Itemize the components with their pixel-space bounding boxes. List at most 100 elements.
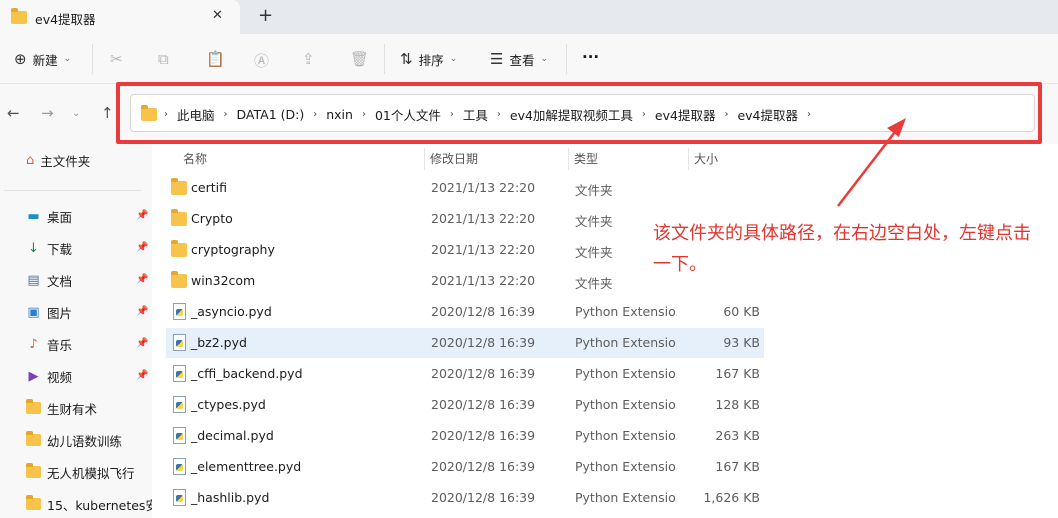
column-header-name[interactable]: 名称 [183, 150, 207, 167]
python-file-icon [173, 458, 186, 475]
toolbar-divider [92, 44, 93, 74]
plus-circle-icon: ⊕ [14, 50, 27, 68]
sidebar-item[interactable]: 15、kubernetes安 [26, 494, 158, 514]
folder-icon [171, 271, 187, 288]
view-button[interactable]: ☰ 查看 ⌄ [490, 49, 548, 69]
file-size: 1,626 KB [703, 490, 760, 505]
file-size: 167 KB [715, 366, 760, 381]
document-icon: ▤ [27, 272, 40, 288]
close-icon[interactable]: ✕ [212, 8, 223, 23]
folder-icon [26, 495, 41, 510]
sidebar-item-label: 音乐 [47, 337, 73, 353]
sidebar-item-home[interactable]: ⌂ 主文件夹 [26, 150, 90, 170]
pin-icon[interactable]: 📌 [136, 370, 148, 381]
tab-title: ev4提取器 [35, 12, 96, 27]
column-header-date[interactable]: 修改日期 [430, 150, 478, 167]
sidebar-item-label: 无人机模拟飞行 [47, 465, 135, 481]
sidebar-divider [4, 190, 141, 191]
column-divider[interactable] [424, 148, 425, 170]
sort-button-label: 排序 [418, 52, 444, 68]
column-divider[interactable] [568, 148, 569, 170]
toolbar-divider [384, 44, 385, 74]
sidebar-item[interactable]: 无人机模拟飞行 [26, 462, 135, 482]
column-header-type[interactable]: 类型 [574, 150, 598, 167]
file-name: win32com [191, 273, 256, 288]
download-icon: ↓ [28, 240, 39, 256]
more-options-icon[interactable]: ··· [582, 48, 599, 66]
paste-icon[interactable]: 📋 [206, 50, 225, 68]
sidebar-item[interactable]: ▶ 视频 [26, 366, 73, 386]
recent-chevron-icon[interactable]: ⌄ [72, 108, 80, 119]
home-icon: ⌂ [26, 152, 35, 168]
share-icon[interactable]: ⇪ [302, 50, 315, 68]
sidebar-item[interactable]: ▬ 桌面 [26, 206, 72, 226]
file-type: Python Extensio... [575, 490, 677, 505]
file-date: 2020/12/8 16:39 [431, 335, 536, 350]
toolbar-divider [566, 44, 567, 74]
navigation-pane: ⌂ 主文件夹 ▬ 桌面 📌 ↓ 下载 📌 ▤ 文档 📌 ▣ 图片 📌 ♪ 音乐 📌 ▶ 视频 📌 生财有术幼儿语数训… [0, 144, 158, 518]
sidebar-item-label: 文档 [47, 273, 73, 289]
new-tab-button[interactable]: + [258, 5, 273, 26]
folder-icon [171, 240, 187, 257]
view-icon: ☰ [490, 50, 504, 68]
forward-icon[interactable]: → [41, 104, 54, 122]
file-size: 263 KB [715, 428, 760, 443]
file-date: 2021/1/13 22:20 [431, 180, 536, 195]
column-divider[interactable] [688, 148, 689, 170]
table-row[interactable]: _cffi_backend.pyd 2020/12/8 16:39 Python E… [166, 359, 764, 389]
table-row[interactable]: _asyncio.pyd 2020/12/8 16:39 Python Extens… [166, 297, 764, 327]
file-name: Crypto [191, 211, 233, 226]
file-type: Python Extensio... [575, 304, 677, 319]
sidebar-item[interactable]: ♪ 音乐 [26, 334, 72, 354]
file-size: 93 KB [723, 335, 760, 350]
file-name: _cffi_backend.pyd [191, 366, 303, 381]
copy-icon[interactable]: ⧉ [158, 50, 169, 68]
sidebar-item-label: 桌面 [47, 209, 73, 225]
new-button-label: 新建 [32, 52, 58, 68]
table-row[interactable]: certifi 2021/1/13 22:20 文件夹 [166, 173, 764, 203]
pin-icon[interactable]: 📌 [136, 210, 148, 221]
new-button[interactable]: ⊕ 新建 ⌄ [14, 49, 71, 69]
file-name: certifi [191, 180, 227, 195]
column-header-size[interactable]: 大小 [694, 150, 718, 167]
sort-button[interactable]: ⇅ 排序 ⌄ [400, 49, 457, 69]
delete-icon[interactable]: 🗑 [350, 50, 369, 68]
folder-icon [171, 209, 187, 226]
sidebar-item-label: 视频 [47, 369, 73, 385]
file-name: _bz2.pyd [191, 335, 247, 350]
python-file-icon [173, 365, 186, 382]
file-date: 2020/12/8 16:39 [431, 490, 536, 505]
file-type: Python Extensio... [575, 397, 677, 412]
file-type: Python Extensio... [575, 459, 677, 474]
tab-active[interactable]: ev4提取器 ✕ [0, 0, 240, 34]
file-name: _asyncio.pyd [191, 304, 272, 319]
table-row[interactable]: _elementtree.pyd 2020/12/8 16:39 Python Ex… [166, 452, 764, 482]
file-name: _decimal.pyd [191, 428, 274, 443]
python-file-icon [173, 334, 186, 351]
picture-icon: ▣ [27, 304, 40, 320]
pin-icon[interactable]: 📌 [136, 338, 148, 349]
python-file-icon [173, 427, 186, 444]
file-date: 2021/1/13 22:20 [431, 273, 536, 288]
pin-icon[interactable]: 📌 [136, 242, 148, 253]
sidebar-item[interactable]: ▣ 图片 [26, 302, 72, 322]
sidebar-item[interactable]: 幼儿语数训练 [26, 430, 122, 450]
sidebar-item[interactable]: ▤ 文档 [26, 270, 72, 290]
table-row[interactable]: _hashlib.pyd 2020/12/8 16:39 Python Extens… [166, 483, 764, 513]
sidebar-item-label: 图片 [47, 305, 73, 321]
folder-icon [26, 399, 41, 414]
back-icon[interactable]: ← [7, 104, 20, 122]
file-date: 2020/12/8 16:39 [431, 428, 536, 443]
table-row[interactable]: _ctypes.pyd 2020/12/8 16:39 Python Extensi… [166, 390, 764, 420]
cut-icon[interactable]: ✂ [110, 50, 123, 68]
pin-icon[interactable]: 📌 [136, 274, 148, 285]
sidebar-item[interactable]: ↓ 下载 [26, 238, 72, 258]
table-row[interactable]: _decimal.pyd 2020/12/8 16:39 Python Extens… [166, 421, 764, 451]
rename-icon[interactable]: Ⓐ [254, 50, 269, 71]
video-icon: ▶ [28, 368, 39, 384]
table-row[interactable]: _bz2.pyd 2020/12/8 16:39 Python Extensio..… [166, 328, 764, 358]
sidebar-item[interactable]: 生财有术 [26, 398, 97, 418]
pin-icon[interactable]: 📌 [136, 306, 148, 317]
up-icon[interactable]: ↑ [101, 104, 114, 122]
file-date: 2020/12/8 16:39 [431, 304, 536, 319]
